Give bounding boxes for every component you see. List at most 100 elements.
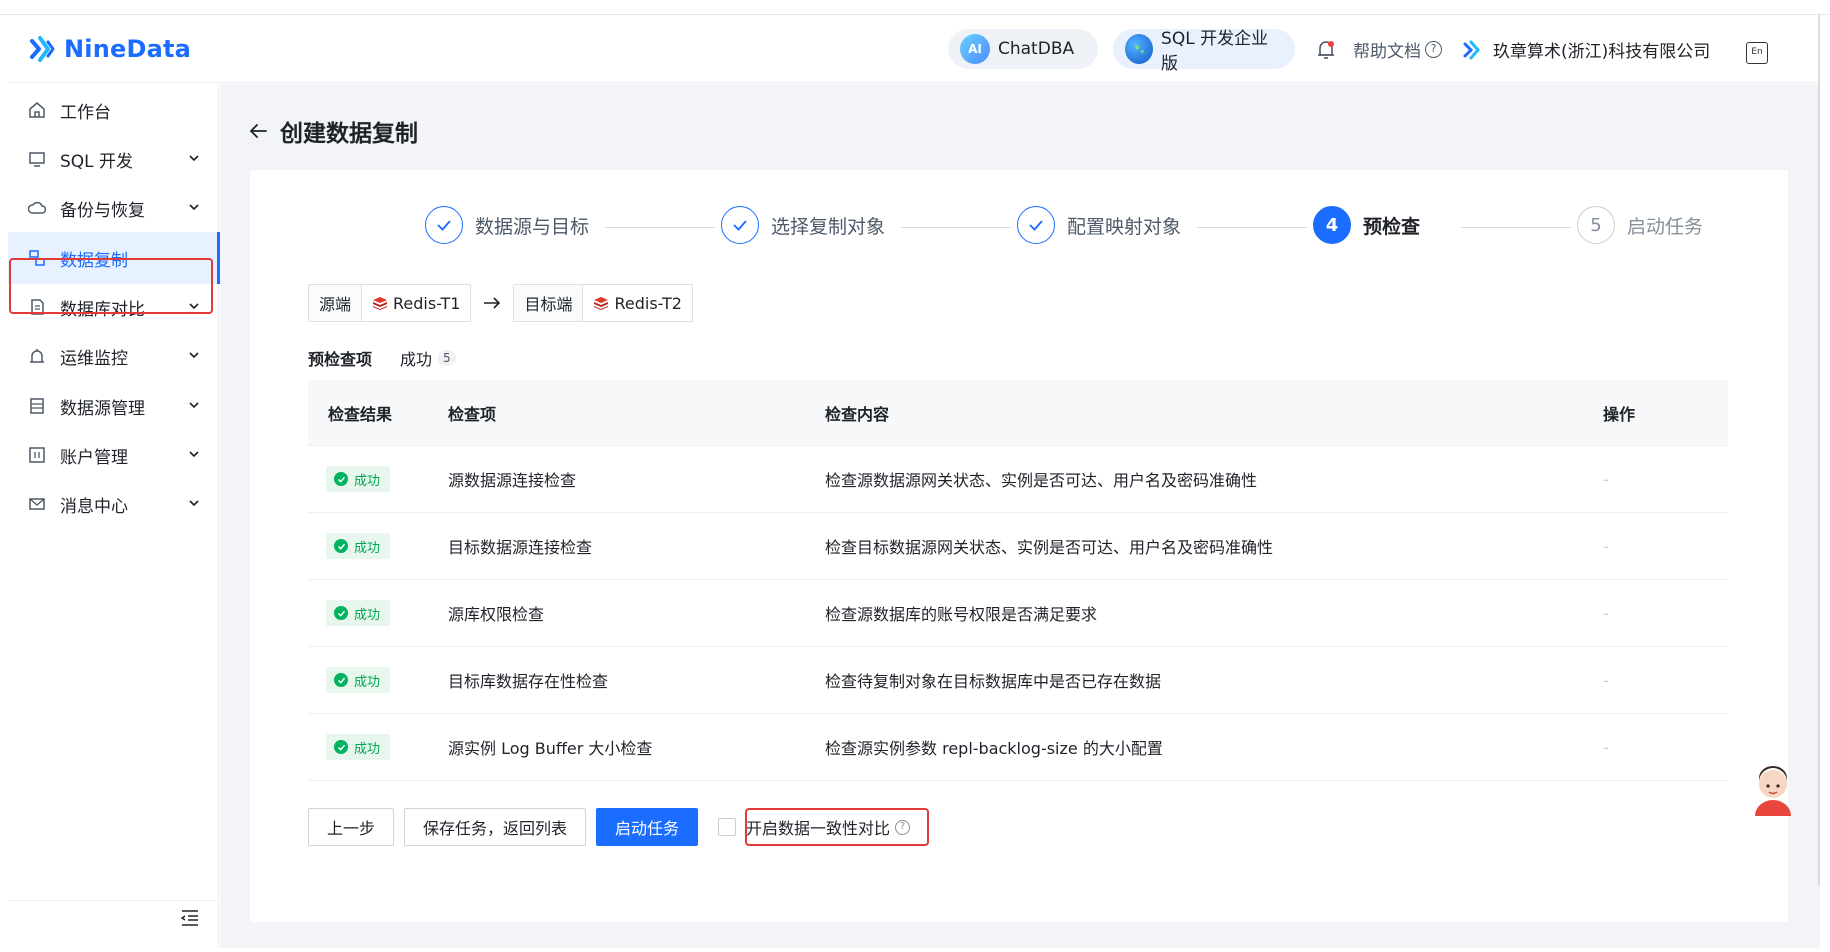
chevron-down-icon — [189, 204, 199, 211]
item-cell: 源数据源连接检查 — [448, 471, 577, 490]
cloud-icon — [28, 199, 46, 217]
step-number: 4 — [1313, 206, 1351, 244]
header-operation: 操作 — [1603, 404, 1636, 424]
sidebar-item-account[interactable]: 账户管理 — [8, 429, 219, 481]
header-result: 检查结果 — [328, 404, 393, 424]
target-label: 目标端 — [514, 285, 584, 321]
status-text: 成功 — [354, 607, 381, 623]
sidebar-item-label: 数据源管理 — [60, 398, 145, 419]
step-connector — [1461, 227, 1571, 228]
content-cell: 检查待复制对象在目标数据库中是否已存在数据 — [825, 672, 1162, 691]
item-cell: 目标库数据存在性检查 — [448, 672, 609, 691]
operation-cell: - — [1603, 469, 1609, 489]
sidebar-item-messages[interactable]: 消息中心 — [8, 478, 219, 530]
chevron-down-icon — [189, 451, 199, 458]
consistency-compare-checkbox[interactable] — [718, 818, 737, 836]
chevron-down-icon — [189, 352, 199, 359]
support-avatar-icon[interactable] — [1750, 764, 1796, 818]
top-header: NineData AI ChatDBA SQL 开发企业版 帮助文档 ? 玖章算… — [8, 15, 1820, 83]
sql-edition-label: SQL 开发企业版 — [1161, 29, 1269, 74]
redis-icon — [373, 297, 388, 310]
success-count-badge: 5 — [438, 350, 456, 366]
arrow-right-icon — [484, 297, 501, 309]
sidebar-divider — [8, 900, 219, 901]
step-number: 5 — [1577, 206, 1615, 244]
source-label: 源端 — [309, 285, 363, 321]
check-icon — [721, 206, 759, 244]
org-switcher[interactable]: 玖章算术(浙江)科技有限公司 — [1461, 37, 1710, 62]
page-scrollbar[interactable] — [1818, 15, 1820, 885]
stepper: 数据源与目标 选择复制对象 配置映射对象 4 预检查 5 启动任务 — [425, 206, 1703, 250]
brand-logo[interactable]: NineData — [26, 33, 191, 65]
check-circle-icon — [334, 606, 348, 620]
source-target-summary: 源端 Redis-T1 目标端 Redis-T2 — [308, 284, 693, 322]
source-box: 源端 Redis-T1 — [308, 284, 472, 322]
sidebar-item-label: SQL 开发 — [60, 151, 134, 172]
sidebar-item-backup[interactable]: 备份与恢复 — [8, 182, 219, 234]
sidebar-item-monitoring[interactable]: 运维监控 — [8, 330, 219, 382]
language-switch-icon[interactable]: En — [1746, 42, 1768, 64]
status-badge: 成功 — [326, 466, 391, 492]
sidebar-item-sql-dev[interactable]: SQL 开发 — [8, 133, 219, 185]
status-badge: 成功 — [326, 734, 391, 760]
status-badge: 成功 — [326, 667, 391, 693]
source-value: Redis-T1 — [362, 285, 470, 321]
step-4: 4 预检查 — [1313, 206, 1420, 244]
success-filter[interactable]: 成功 — [400, 346, 432, 370]
step-connector — [605, 227, 715, 228]
database-icon — [28, 397, 46, 415]
step-5: 5 启动任务 — [1577, 206, 1703, 244]
monitor-icon — [28, 150, 46, 168]
sql-edition-button[interactable]: SQL 开发企业版 — [1113, 29, 1295, 74]
step-connector — [901, 227, 1011, 228]
page-header: 创建数据复制 — [248, 114, 418, 148]
bell-icon[interactable] — [1316, 39, 1336, 61]
page-title: 创建数据复制 — [280, 121, 418, 147]
sidebar-item-datasource[interactable]: 数据源管理 — [8, 380, 219, 432]
precheck-summary: 预检查项 成功 5 — [308, 346, 456, 370]
table-row: 成功 目标库数据存在性检查 检查待复制对象在目标数据库中是否已存在数据 - — [308, 647, 1728, 714]
globe-icon — [1125, 34, 1154, 64]
collapse-menu-icon[interactable] — [180, 909, 200, 927]
status-badge: 成功 — [326, 533, 391, 559]
org-name: 玖章算术(浙江)科技有限公司 — [1493, 42, 1711, 62]
source-name: Redis-T1 — [393, 293, 461, 313]
step-connector — [1197, 227, 1307, 228]
step-1: 数据源与目标 — [425, 206, 589, 244]
help-docs-link[interactable]: 帮助文档 ? — [1353, 37, 1442, 62]
item-cell: 源实例 Log Buffer 大小检查 — [448, 739, 653, 758]
step-label: 预检查 — [1363, 215, 1421, 238]
result-cell: 成功 — [308, 600, 428, 626]
chatdba-button[interactable]: AI ChatDBA — [948, 29, 1098, 69]
sidebar-item-label: 账户管理 — [60, 447, 128, 468]
sidebar-item-label: 工作台 — [60, 102, 111, 123]
chevron-down-icon — [189, 500, 199, 507]
brand-name: NineData — [64, 35, 192, 63]
status-text: 成功 — [354, 741, 381, 757]
sidebar: 工作台 SQL 开发 备份与恢复 数据复制 数据库对比 运维监控 数据源管理 账… — [8, 84, 220, 948]
check-circle-icon — [334, 472, 348, 486]
operation-cell: - — [1603, 603, 1609, 623]
result-cell: 成功 — [308, 667, 428, 693]
chevron-down-icon — [189, 155, 199, 162]
redis-icon — [594, 297, 609, 310]
prev-step-button[interactable]: 上一步 — [308, 808, 395, 846]
sidebar-item-workbench[interactable]: 工作台 — [8, 84, 219, 136]
item-cell: 源库权限检查 — [448, 605, 545, 624]
home-icon — [28, 101, 46, 119]
operation-cell: - — [1603, 670, 1609, 690]
save-return-button[interactable]: 保存任务，返回列表 — [404, 808, 587, 846]
step-2: 选择复制对象 — [721, 206, 885, 244]
start-task-button[interactable]: 启动任务 — [596, 808, 699, 846]
ninedata-logo-icon — [30, 36, 55, 62]
step-label: 数据源与目标 — [475, 215, 590, 238]
help-docs-label: 帮助文档 — [1353, 42, 1421, 62]
step-label: 配置映射对象 — [1067, 215, 1182, 238]
header-item: 检查项 — [448, 404, 497, 424]
status-text: 成功 — [354, 540, 381, 556]
status-text: 成功 — [354, 473, 381, 489]
table-row: 成功 源实例 Log Buffer 大小检查 检查源实例参数 repl-back… — [308, 714, 1728, 781]
back-arrow-icon[interactable] — [248, 121, 268, 141]
item-cell: 目标数据源连接检查 — [448, 538, 593, 557]
table-row: 成功 目标数据源连接检查 检查目标数据源网关状态、实例是否可达、用户名及密码准确… — [308, 513, 1728, 580]
